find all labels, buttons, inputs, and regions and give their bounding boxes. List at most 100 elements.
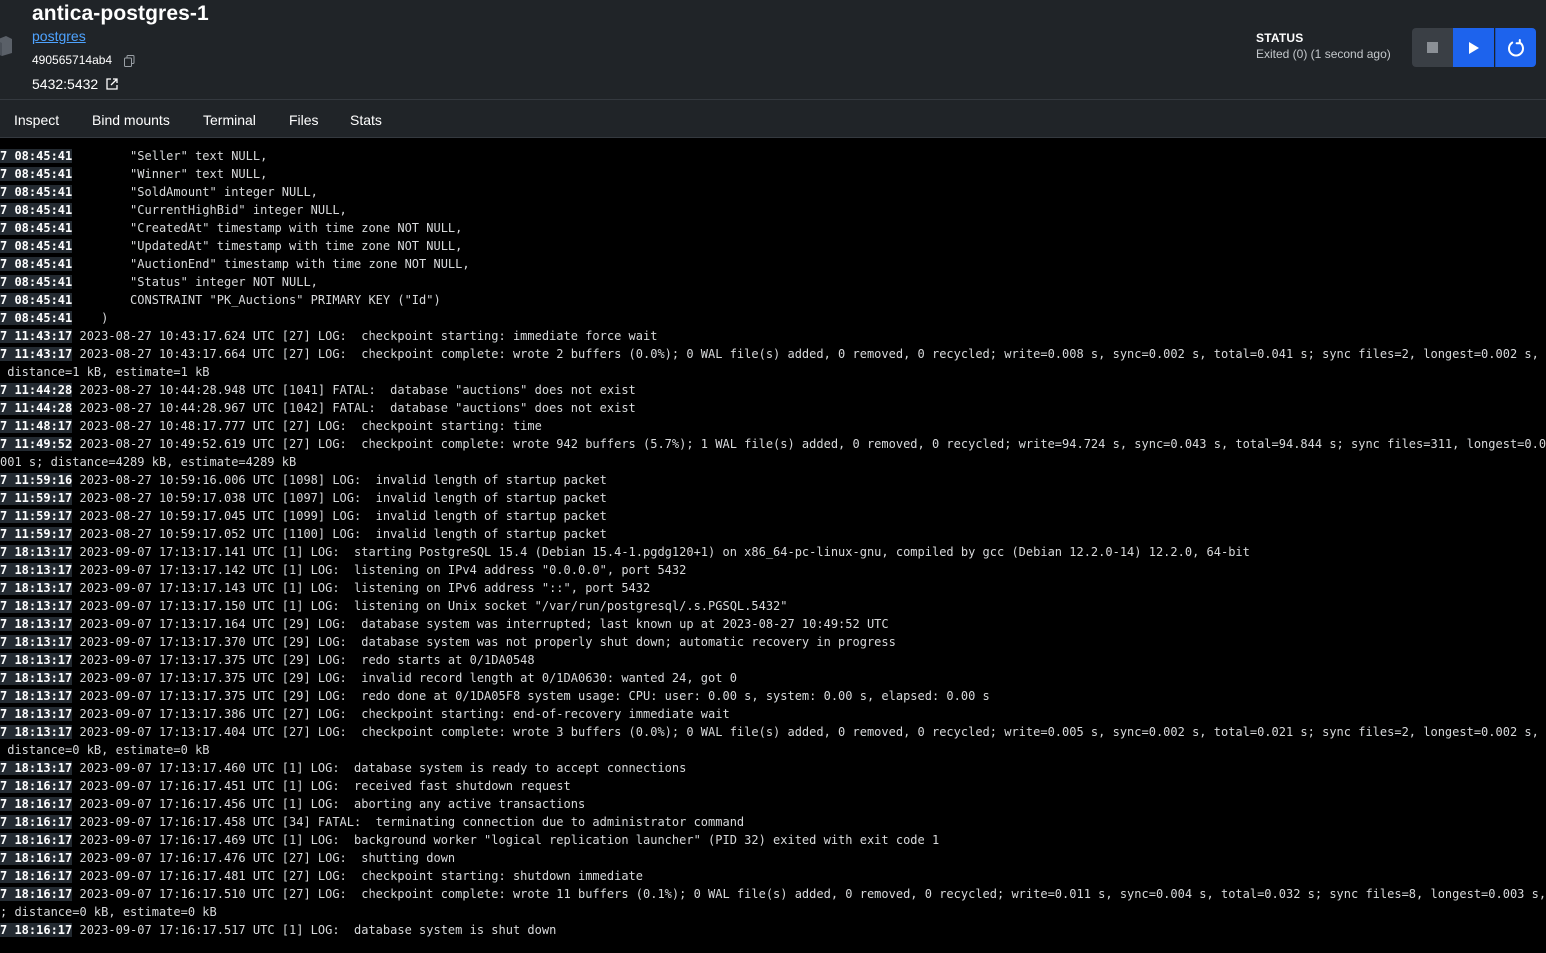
- external-link-icon[interactable]: [106, 78, 118, 90]
- log-line: 7 08:45:41 "Seller" text NULL,: [0, 147, 1546, 165]
- log-timestamp: 7 18:13:17: [0, 545, 73, 559]
- log-text: 2023-09-07 17:16:17.458 UTC [34] FATAL: …: [72, 815, 745, 829]
- log-text: 2023-09-07 17:13:17.150 UTC [1] LOG: lis…: [72, 599, 788, 613]
- log-timestamp: 7 11:43:17: [0, 347, 73, 361]
- log-line: 001 s; distance=4289 kB, estimate=4289 k…: [0, 453, 1546, 471]
- log-text: ; distance=0 kB, estimate=0 kB: [0, 905, 217, 919]
- log-line: 7 18:13:17 2023-09-07 17:13:17.375 UTC […: [0, 669, 1546, 687]
- status-label: STATUS: [1256, 31, 1304, 45]
- log-line: 7 11:44:28 2023-08-27 10:44:28.967 UTC […: [0, 399, 1546, 417]
- log-timestamp: 7 18:16:17: [0, 815, 73, 829]
- log-timestamp: 7 18:13:17: [0, 563, 73, 577]
- log-line: distance=0 kB, estimate=0 kB: [0, 741, 1546, 759]
- log-text: 2023-08-27 10:59:17.038 UTC [1097] LOG: …: [72, 491, 607, 505]
- log-timestamp: 7 08:45:41: [0, 203, 73, 217]
- tab-terminal[interactable]: Terminal: [203, 112, 256, 128]
- port-link[interactable]: 5432:5432: [32, 76, 98, 92]
- log-line: 7 11:44:28 2023-08-27 10:44:28.948 UTC […: [0, 381, 1546, 399]
- log-timestamp: 7 08:45:41: [0, 221, 73, 235]
- log-text: 2023-09-07 17:16:17.451 UTC [1] LOG: rec…: [72, 779, 571, 793]
- log-text: 2023-09-07 17:16:17.510 UTC [27] LOG: ch…: [72, 887, 1546, 901]
- log-text: 2023-09-07 17:13:17.164 UTC [29] LOG: da…: [72, 617, 889, 631]
- log-timestamp: 7 08:45:41: [0, 257, 73, 271]
- log-text: 2023-09-07 17:13:17.375 UTC [29] LOG: re…: [72, 689, 990, 703]
- log-line: 7 11:59:16 2023-08-27 10:59:16.006 UTC […: [0, 471, 1546, 489]
- stop-icon: [1427, 42, 1438, 53]
- log-line: 7 18:16:17 2023-09-07 17:16:17.481 UTC […: [0, 867, 1546, 885]
- log-line: 7 11:59:17 2023-08-27 10:59:17.045 UTC […: [0, 507, 1546, 525]
- log-line: 7 18:16:17 2023-09-07 17:16:17.517 UTC […: [0, 921, 1546, 939]
- log-line: 7 18:13:17 2023-09-07 17:13:17.143 UTC […: [0, 579, 1546, 597]
- tab-stats[interactable]: Stats: [350, 112, 382, 128]
- log-line: 7 18:13:17 2023-09-07 17:13:17.460 UTC […: [0, 759, 1546, 777]
- log-line: 7 08:45:41 "UpdatedAt" timestamp with ti…: [0, 237, 1546, 255]
- log-timestamp: 7 08:45:41: [0, 275, 73, 289]
- copy-icon[interactable]: [124, 55, 135, 67]
- log-timestamp: 7 18:13:17: [0, 581, 73, 595]
- tab-inspect[interactable]: Inspect: [14, 112, 59, 128]
- log-line: 7 08:45:41 CONSTRAINT "PK_Auctions" PRIM…: [0, 291, 1546, 309]
- log-viewer[interactable]: 7 08:45:41 "Seller" text NULL, 7 08:45:41…: [0, 147, 1546, 953]
- log-text: "Seller" text NULL,: [72, 149, 268, 163]
- log-timestamp: 7 11:44:28: [0, 383, 73, 397]
- log-line: 7 18:13:17 2023-09-07 17:13:17.141 UTC […: [0, 543, 1546, 561]
- log-text: 2023-08-27 10:43:17.664 UTC [27] LOG: ch…: [72, 347, 1546, 361]
- log-timestamp: 7 18:16:17: [0, 797, 73, 811]
- log-text: 2023-09-07 17:13:17.370 UTC [29] LOG: da…: [72, 635, 896, 649]
- log-line: 7 08:45:41 "SoldAmount" integer NULL,: [0, 183, 1546, 201]
- log-timestamp: 7 18:16:17: [0, 869, 73, 883]
- log-text: "CurrentHighBid" integer NULL,: [72, 203, 347, 217]
- log-text: 2023-08-27 10:43:17.624 UTC [27] LOG: ch…: [72, 329, 658, 343]
- log-line: 7 11:59:17 2023-08-27 10:59:17.052 UTC […: [0, 525, 1546, 543]
- log-text: "AuctionEnd" timestamp with time zone NO…: [72, 257, 470, 271]
- log-text: CONSTRAINT "PK_Auctions" PRIMARY KEY ("I…: [72, 293, 441, 307]
- log-text: 2023-08-27 10:44:28.967 UTC [1042] FATAL…: [72, 401, 636, 415]
- log-text: 2023-09-07 17:13:17.143 UTC [1] LOG: lis…: [72, 581, 651, 595]
- log-text: 2023-08-27 10:49:52.619 UTC [27] LOG: ch…: [72, 437, 1546, 451]
- log-line: 7 18:13:17 2023-09-07 17:13:17.142 UTC […: [0, 561, 1546, 579]
- log-text: 2023-09-07 17:13:17.404 UTC [27] LOG: ch…: [72, 725, 1546, 739]
- start-button[interactable]: [1453, 28, 1494, 67]
- log-timestamp: 7 11:44:28: [0, 401, 73, 415]
- log-timestamp: 7 18:16:17: [0, 887, 73, 901]
- log-timestamp: 7 08:45:41: [0, 239, 73, 253]
- log-timestamp: 7 18:13:17: [0, 761, 73, 775]
- log-line: 7 18:13:17 2023-09-07 17:13:17.375 UTC […: [0, 687, 1546, 705]
- log-line: 7 18:16:17 2023-09-07 17:16:17.510 UTC […: [0, 885, 1546, 903]
- tab-bind-mounts[interactable]: Bind mounts: [92, 112, 170, 128]
- image-link[interactable]: postgres: [32, 28, 86, 44]
- log-timestamp: 7 08:45:41: [0, 149, 73, 163]
- log-line: 7 11:48:17 2023-08-27 10:48:17.777 UTC […: [0, 417, 1546, 435]
- log-text: distance=1 kB, estimate=1 kB: [0, 365, 210, 379]
- log-timestamp: 7 18:13:17: [0, 671, 73, 685]
- log-line: 7 08:45:41 "CurrentHighBid" integer NULL…: [0, 201, 1546, 219]
- log-line: 7 11:43:17 2023-08-27 10:43:17.664 UTC […: [0, 345, 1546, 363]
- restart-button[interactable]: [1495, 28, 1536, 67]
- log-text: 001 s; distance=4289 kB, estimate=4289 k…: [0, 455, 297, 469]
- log-line: 7 18:13:17 2023-09-07 17:13:17.370 UTC […: [0, 633, 1546, 651]
- play-icon: [1468, 41, 1479, 54]
- log-line: 7 18:13:17 2023-09-07 17:13:17.386 UTC […: [0, 705, 1546, 723]
- log-text: 2023-08-27 10:44:28.948 UTC [1041] FATAL…: [72, 383, 636, 397]
- log-line: 7 11:49:52 2023-08-27 10:49:52.619 UTC […: [0, 435, 1546, 453]
- log-timestamp: 7 08:45:41: [0, 167, 73, 181]
- log-text: "Status" integer NOT NULL,: [72, 275, 318, 289]
- log-timestamp: 7 11:59:17: [0, 491, 73, 505]
- log-line: ; distance=0 kB, estimate=0 kB: [0, 903, 1546, 921]
- log-text: 2023-09-07 17:13:17.142 UTC [1] LOG: lis…: [72, 563, 687, 577]
- log-line: 7 18:16:17 2023-09-07 17:16:17.456 UTC […: [0, 795, 1546, 813]
- log-text: 2023-09-07 17:13:17.375 UTC [29] LOG: re…: [72, 653, 535, 667]
- log-text: 2023-09-07 17:13:17.386 UTC [27] LOG: ch…: [72, 707, 730, 721]
- log-timestamp: 7 18:16:17: [0, 779, 73, 793]
- log-timestamp: 7 11:48:17: [0, 419, 73, 433]
- tab-files[interactable]: Files: [289, 112, 319, 128]
- stop-button[interactable]: [1412, 28, 1453, 67]
- log-text: 2023-09-07 17:16:17.481 UTC [27] LOG: ch…: [72, 869, 643, 883]
- log-text: "Winner" text NULL,: [72, 167, 268, 181]
- log-timestamp: 7 18:13:17: [0, 635, 73, 649]
- log-text: 2023-09-07 17:13:17.460 UTC [1] LOG: dat…: [72, 761, 687, 775]
- log-timestamp: 7 18:13:17: [0, 599, 73, 613]
- log-text: 2023-08-27 10:59:17.045 UTC [1099] LOG: …: [72, 509, 607, 523]
- log-line: 7 18:13:17 2023-09-07 17:13:17.150 UTC […: [0, 597, 1546, 615]
- log-timestamp: 7 11:43:17: [0, 329, 73, 343]
